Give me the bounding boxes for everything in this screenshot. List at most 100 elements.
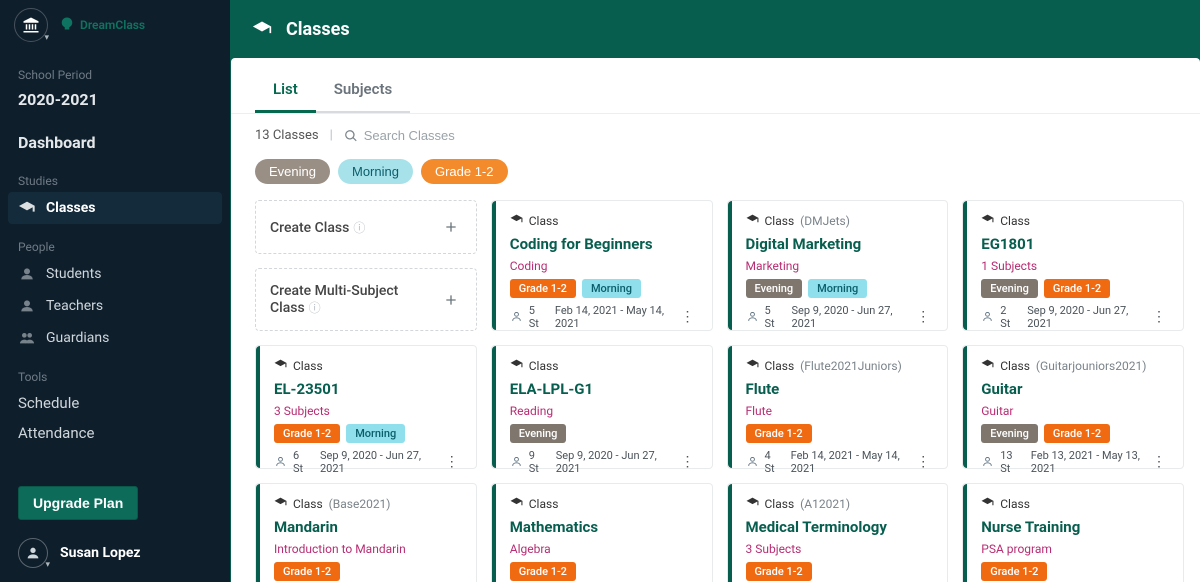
class-label: Class [765, 497, 795, 511]
school-switcher[interactable]: ▾ [14, 8, 48, 42]
kebab-menu[interactable]: ⋮ [677, 455, 698, 469]
graduation-cap-icon [746, 496, 759, 512]
tag: Grade 1-2 [510, 279, 576, 298]
class-title[interactable]: Medical Terminology [746, 518, 934, 536]
nav-teachers-label: Teachers [46, 298, 103, 314]
nav-dashboard[interactable]: Dashboard [18, 127, 212, 158]
date-range: Feb 13, 2021 - May 13, 2021 [1031, 449, 1142, 475]
class-card[interactable]: Class Mathematics Algebra Grade 1-2 [491, 483, 713, 582]
class-card[interactable]: Class (A12021) Medical Terminology 3 Sub… [727, 483, 949, 582]
nav-schedule[interactable]: Schedule [18, 388, 212, 418]
nav-attendance[interactable]: Attendance [18, 418, 212, 448]
class-code: (DMJets) [800, 214, 850, 228]
create-multi-class[interactable]: Create Multi-Subject Classⓘ [255, 268, 477, 331]
tag: Grade 1-2 [746, 424, 812, 443]
nav-students[interactable]: Students [8, 258, 222, 290]
class-title[interactable]: ELA-LPL-G1 [510, 380, 698, 398]
graduation-cap-icon [746, 358, 759, 374]
nav-guardians[interactable]: Guardians [8, 322, 222, 354]
kebab-menu[interactable]: ⋮ [912, 310, 933, 324]
class-card[interactable]: Class (Guitarjouniors2021) Guitar Guitar… [962, 345, 1184, 469]
graduation-cap-icon [981, 213, 994, 229]
tag: Grade 1-2 [1044, 279, 1110, 298]
search[interactable] [344, 128, 524, 143]
brand-logo: DreamClass [58, 16, 145, 34]
tag: Grade 1-2 [746, 562, 812, 581]
kebab-menu[interactable]: ⋮ [912, 455, 933, 469]
class-title[interactable]: Nurse Training [981, 518, 1169, 536]
class-card[interactable]: Class ELA-LPL-G1 Reading Evening 9 St Se… [491, 345, 713, 469]
tags: Grade 1-2 [274, 562, 462, 581]
class-card[interactable]: Class (Flute2021Juniors) Flute Flute Gra… [727, 345, 949, 469]
tab-subjects[interactable]: Subjects [316, 74, 410, 113]
school-period-value[interactable]: 2020-2021 [18, 84, 212, 115]
class-title[interactable]: Flute [746, 380, 934, 398]
nav-teachers[interactable]: Teachers [8, 290, 222, 322]
person-icon [18, 297, 36, 315]
institution-icon [22, 16, 40, 34]
person-icon [981, 455, 994, 469]
filter-morning[interactable]: Morning [338, 159, 413, 184]
class-card[interactable]: Class EG1801 1 Subjects EveningGrade 1-2… [962, 200, 1184, 331]
class-card[interactable]: Class Nurse Training PSA program Grade 1… [962, 483, 1184, 582]
kebab-menu[interactable]: ⋮ [1148, 455, 1169, 469]
nav-guardians-label: Guardians [46, 330, 109, 346]
tab-list[interactable]: List [255, 74, 316, 113]
class-card[interactable]: Class Coding for Beginners Coding Grade … [491, 200, 713, 331]
class-title[interactable]: Guitar [981, 380, 1169, 398]
student-count: 9 St [529, 449, 546, 475]
class-subject: Introduction to Mandarin [274, 542, 462, 556]
user-name: Susan Lopez [60, 545, 141, 561]
school-period-label: School Period [18, 68, 212, 82]
class-title[interactable]: EL-23501 [274, 380, 462, 398]
graduation-cap-icon [981, 496, 994, 512]
kebab-menu[interactable]: ⋮ [441, 455, 462, 469]
person-icon [510, 455, 523, 469]
class-label: Class [293, 497, 323, 511]
class-label: Class [529, 359, 559, 373]
class-card[interactable]: Class (DMJets) Digital Marketing Marketi… [727, 200, 949, 331]
class-title[interactable]: Coding for Beginners [510, 235, 698, 253]
class-title[interactable]: Digital Marketing [746, 235, 934, 253]
tags: Grade 1-2 [746, 424, 934, 443]
tag: Evening [746, 279, 803, 298]
class-title[interactable]: EG1801 [981, 235, 1169, 253]
student-count: 4 St [765, 449, 781, 475]
kebab-menu[interactable]: ⋮ [677, 310, 698, 324]
filter-chips: Evening Morning Grade 1-2 [231, 149, 1200, 196]
student-count: 6 St [293, 449, 310, 475]
toolbar: 13 Classes | [231, 114, 1200, 149]
tools-label: Tools [18, 370, 212, 384]
kebab-menu[interactable]: ⋮ [1148, 310, 1169, 324]
graduation-cap-icon [981, 358, 994, 374]
search-input[interactable] [364, 128, 524, 143]
graduation-cap-icon [510, 358, 523, 374]
tag: Grade 1-2 [274, 424, 340, 443]
filter-evening[interactable]: Evening [255, 159, 330, 184]
nav-classes[interactable]: Classes [8, 192, 222, 224]
class-code: (Base2021) [329, 497, 391, 511]
person-icon [746, 455, 759, 469]
separator: | [327, 128, 336, 143]
create-class-label: Create Class [270, 220, 349, 236]
class-card[interactable]: Class (Base2021) Mandarin Introduction t… [255, 483, 477, 582]
student-count: 5 St [765, 304, 782, 330]
filter-grade[interactable]: Grade 1-2 [421, 159, 508, 184]
tags: Grade 1-2Morning [274, 424, 462, 443]
tag: Evening [981, 424, 1038, 443]
create-class[interactable]: Create Class ⓘ [255, 200, 477, 254]
person-icon [510, 310, 523, 324]
tags: Grade 1-2 [510, 562, 698, 581]
class-card[interactable]: Class EL-23501 3 Subjects Grade 1-2Morni… [255, 345, 477, 469]
help-icon: ⓘ [353, 221, 365, 235]
nav-students-label: Students [46, 266, 101, 282]
upgrade-plan-button[interactable]: Upgrade Plan [18, 486, 138, 520]
class-subject: 3 Subjects [746, 542, 934, 556]
class-title[interactable]: Mandarin [274, 518, 462, 536]
user-menu[interactable]: ▾ Susan Lopez [18, 538, 212, 568]
class-title[interactable]: Mathematics [510, 518, 698, 536]
class-label: Class [1000, 359, 1030, 373]
student-count: 13 St [1000, 449, 1021, 475]
tag: Grade 1-2 [1044, 424, 1110, 443]
tags: EveningGrade 1-2 [981, 279, 1169, 298]
